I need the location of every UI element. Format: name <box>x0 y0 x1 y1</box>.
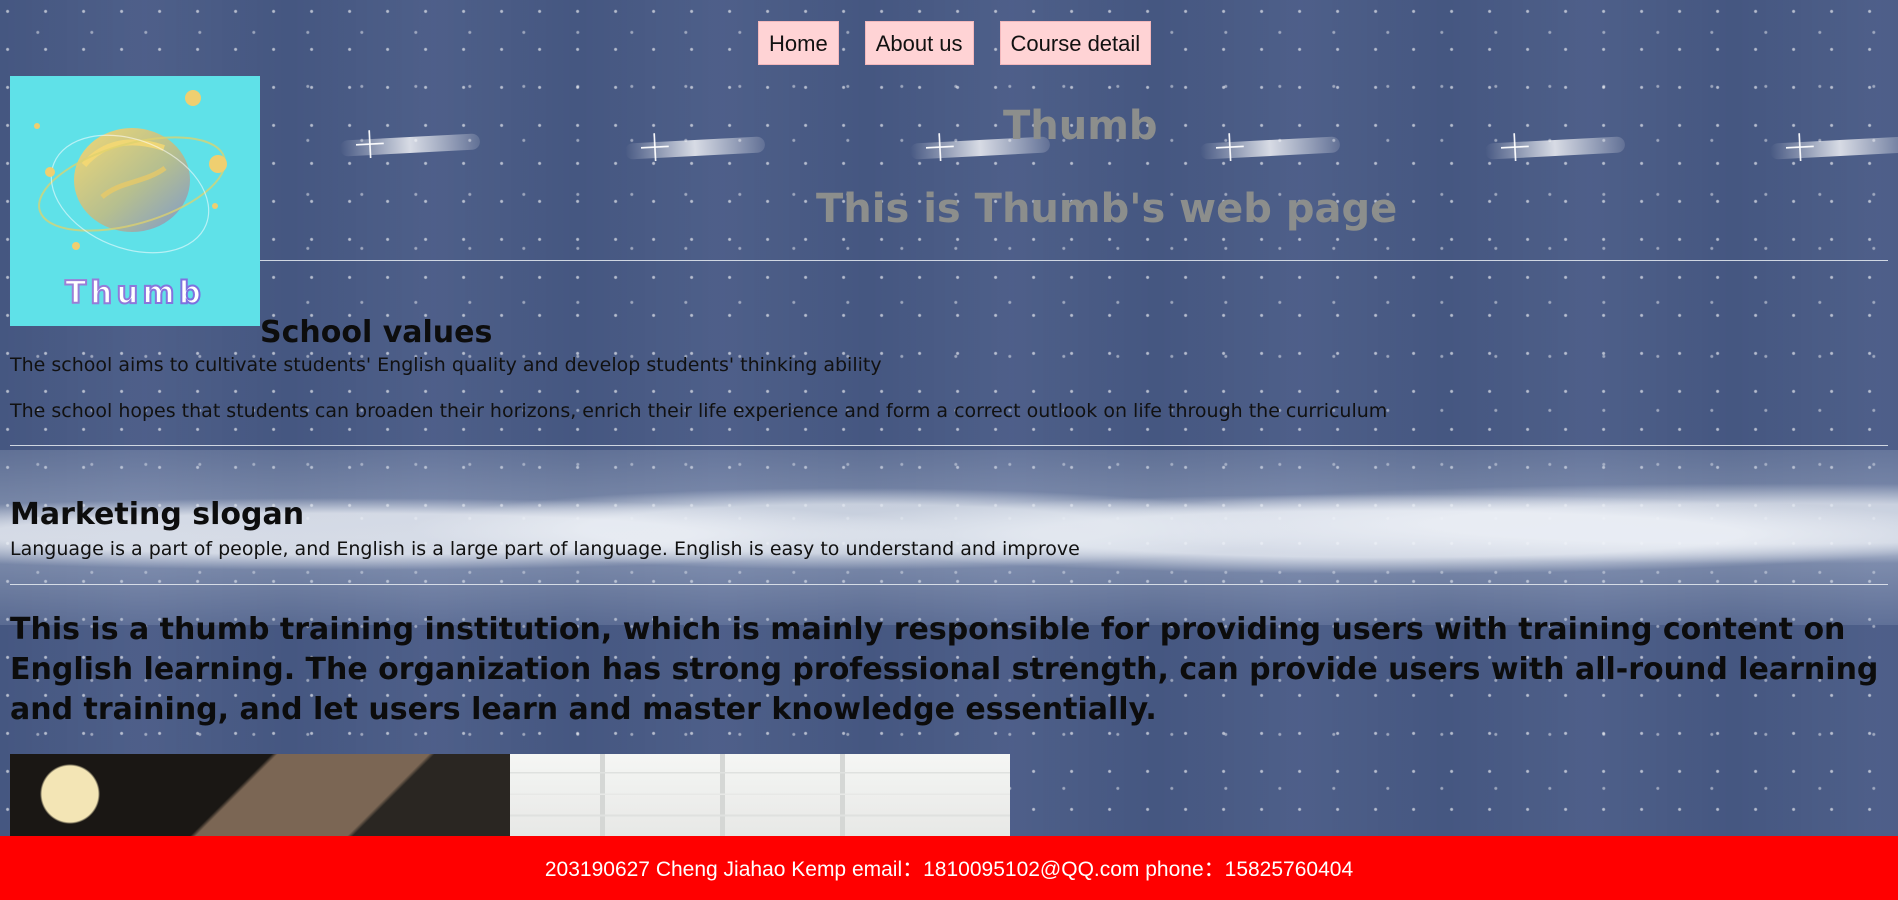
section-divider <box>260 260 1888 261</box>
nav-about-us-button[interactable]: About us <box>864 21 974 65</box>
planet-logo-icon: Thumb <box>34 90 227 312</box>
hero-subtitle: This is Thumb's web page <box>816 186 1398 232</box>
shooting-star-decoration <box>1199 136 1341 160</box>
school-values-paragraph: The school hopes that students can broad… <box>10 400 1388 422</box>
shooting-star-decoration <box>1769 136 1898 160</box>
classroom-photo-left <box>10 754 510 836</box>
top-navigation: Home About us Course detail <box>758 21 1152 65</box>
marketing-slogan-text: Language is a part of people, and Englis… <box>10 538 1080 560</box>
footer-contact-bar: 203190627 Cheng Jiahao Kemp email：181009… <box>0 836 1898 900</box>
school-values-heading: School values <box>260 314 493 350</box>
shooting-star-decoration <box>624 136 766 160</box>
section-divider <box>10 445 1888 446</box>
nav-home-button[interactable]: Home <box>758 21 839 65</box>
shooting-star-decoration <box>1484 136 1626 160</box>
thumb-logo: Thumb <box>10 76 260 326</box>
school-values-paragraph: The school aims to cultivate students' E… <box>10 354 882 376</box>
hero-title: Thumb <box>1003 103 1158 149</box>
logo-text: Thumb <box>65 275 205 311</box>
shooting-star-decoration <box>339 133 481 157</box>
classroom-photo-right <box>510 754 1010 836</box>
nav-course-detail-button[interactable]: Course detail <box>999 21 1152 65</box>
institution-description: This is a thumb training institution, wh… <box>10 612 1879 727</box>
marketing-slogan-heading: Marketing slogan <box>10 496 305 532</box>
section-divider <box>10 584 1888 585</box>
footer-contact-text: 203190627 Cheng Jiahao Kemp email：181009… <box>544 858 1354 881</box>
